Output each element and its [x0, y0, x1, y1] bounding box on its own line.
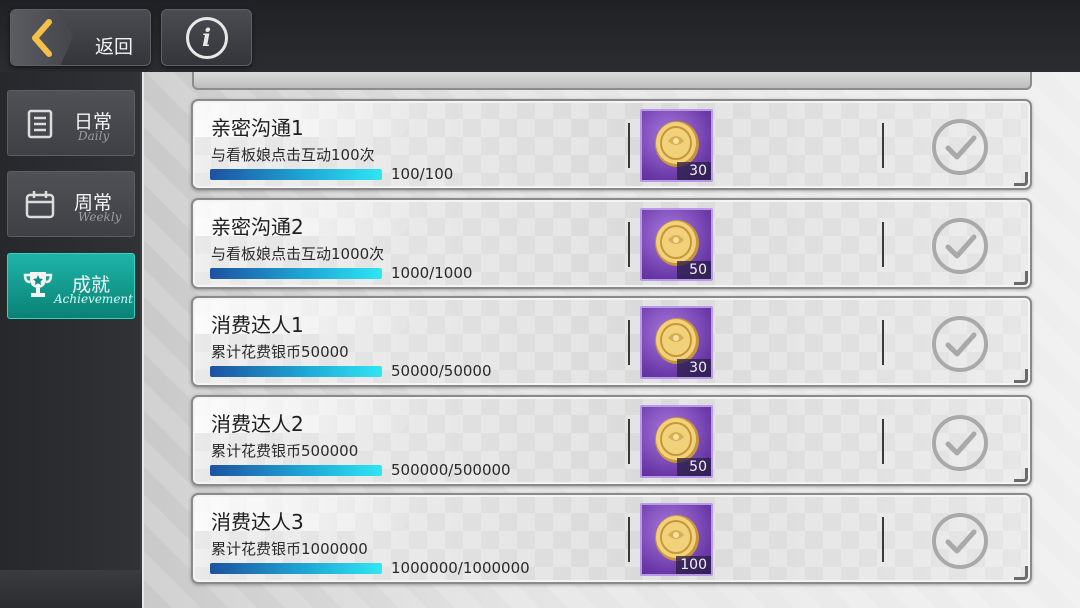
- achievement-title: 亲密沟通1: [211, 116, 304, 140]
- top-bar: 返回 i: [0, 0, 1080, 72]
- reward-item[interactable]: 100: [640, 503, 713, 576]
- completed-check-icon: [932, 513, 988, 569]
- progress-bar-fill: [210, 169, 382, 180]
- divider: [882, 123, 884, 168]
- divider: [882, 517, 884, 562]
- tab-daily[interactable]: 日常 Daily: [7, 90, 135, 156]
- divider: [882, 320, 884, 365]
- achievement-title: 消费达人1: [211, 313, 304, 337]
- achievement-description: 与看板娘点击互动100次: [211, 146, 375, 164]
- achievement-card: 亲密沟通1 与看板娘点击互动100次 100/100 30: [191, 99, 1032, 190]
- reward-count: 50: [677, 261, 711, 279]
- achievement-title: 亲密沟通2: [211, 215, 304, 239]
- achievement-card: 消费达人3 累计花费银币1000000 1000000/1000000 100: [191, 493, 1032, 584]
- divider: [628, 222, 630, 267]
- back-label: 返回: [95, 36, 134, 58]
- card-corner-ornament: [1014, 172, 1028, 186]
- progress-text: 500000/500000: [391, 461, 511, 479]
- sidebar-footer: [0, 570, 142, 608]
- list-item-partial: [192, 72, 1032, 90]
- achievement-title: 消费达人2: [211, 412, 304, 436]
- divider: [882, 419, 884, 464]
- tab-weekly[interactable]: 周常 Weekly: [7, 171, 135, 237]
- progress-bar: [210, 169, 382, 180]
- reward-item[interactable]: 30: [640, 109, 713, 182]
- tab-achievement[interactable]: 成就 Achievement: [7, 253, 135, 319]
- card-corner-ornament: [1014, 566, 1028, 580]
- achievement-card: 消费达人1 累计花费银币50000 50000/50000 30: [191, 296, 1032, 387]
- divider: [628, 517, 630, 562]
- sidebar: 日常 Daily 周常 Weekly 成就 Achievement: [0, 72, 142, 608]
- achievement-card: 消费达人2 累计花费银币500000 500000/500000 50: [191, 395, 1032, 486]
- card-corner-ornament: [1014, 369, 1028, 383]
- progress-text: 50000/50000: [391, 362, 492, 380]
- card-corner-ornament: [1014, 271, 1028, 285]
- achievement-description: 累计花费银币500000: [211, 442, 359, 460]
- divider: [628, 419, 630, 464]
- info-button[interactable]: i: [161, 9, 252, 66]
- achievement-title: 消费达人3: [211, 510, 304, 534]
- info-icon: i: [185, 16, 228, 59]
- progress-bar: [210, 563, 382, 574]
- progress-bar-fill: [210, 465, 382, 476]
- progress-bar-fill: [210, 268, 382, 279]
- progress-bar-fill: [210, 563, 382, 574]
- progress-bar: [210, 366, 382, 377]
- back-button[interactable]: 返回: [10, 9, 151, 66]
- completed-check-icon: [932, 316, 988, 372]
- list-icon: [27, 109, 53, 139]
- reward-count: 30: [677, 162, 711, 180]
- completed-check-icon: [932, 119, 988, 175]
- completed-check-icon: [932, 415, 988, 471]
- achievement-card: 亲密沟通2 与看板娘点击互动1000次 1000/1000 50: [191, 198, 1032, 289]
- progress-bar: [210, 268, 382, 279]
- progress-text: 1000/1000: [391, 264, 473, 282]
- card-corner-ornament: [1014, 468, 1028, 482]
- achievement-description: 与看板娘点击互动1000次: [211, 245, 385, 263]
- tab-daily-sublabel: Daily: [78, 129, 110, 143]
- completed-check-icon: [932, 218, 988, 274]
- reward-count: 100: [676, 556, 711, 574]
- divider: [628, 123, 630, 168]
- chevron-left-icon: [11, 10, 73, 65]
- calendar-icon: [25, 191, 55, 219]
- divider: [628, 320, 630, 365]
- progress-bar-fill: [210, 366, 382, 377]
- achievement-description: 累计花费银币1000000: [211, 540, 368, 558]
- progress-text: 100/100: [391, 165, 454, 183]
- reward-count: 30: [677, 359, 711, 377]
- trophy-icon: [23, 272, 53, 297]
- achievement-description: 累计花费银币50000: [211, 343, 349, 361]
- progress-bar: [210, 465, 382, 476]
- tab-achievement-sublabel: Achievement: [54, 292, 133, 306]
- reward-item[interactable]: 50: [640, 405, 713, 478]
- reward-item[interactable]: 50: [640, 208, 713, 281]
- reward-count: 50: [677, 458, 711, 476]
- tab-weekly-sublabel: Weekly: [78, 210, 122, 224]
- reward-item[interactable]: 30: [640, 306, 713, 379]
- progress-text: 1000000/1000000: [391, 559, 530, 577]
- divider: [882, 222, 884, 267]
